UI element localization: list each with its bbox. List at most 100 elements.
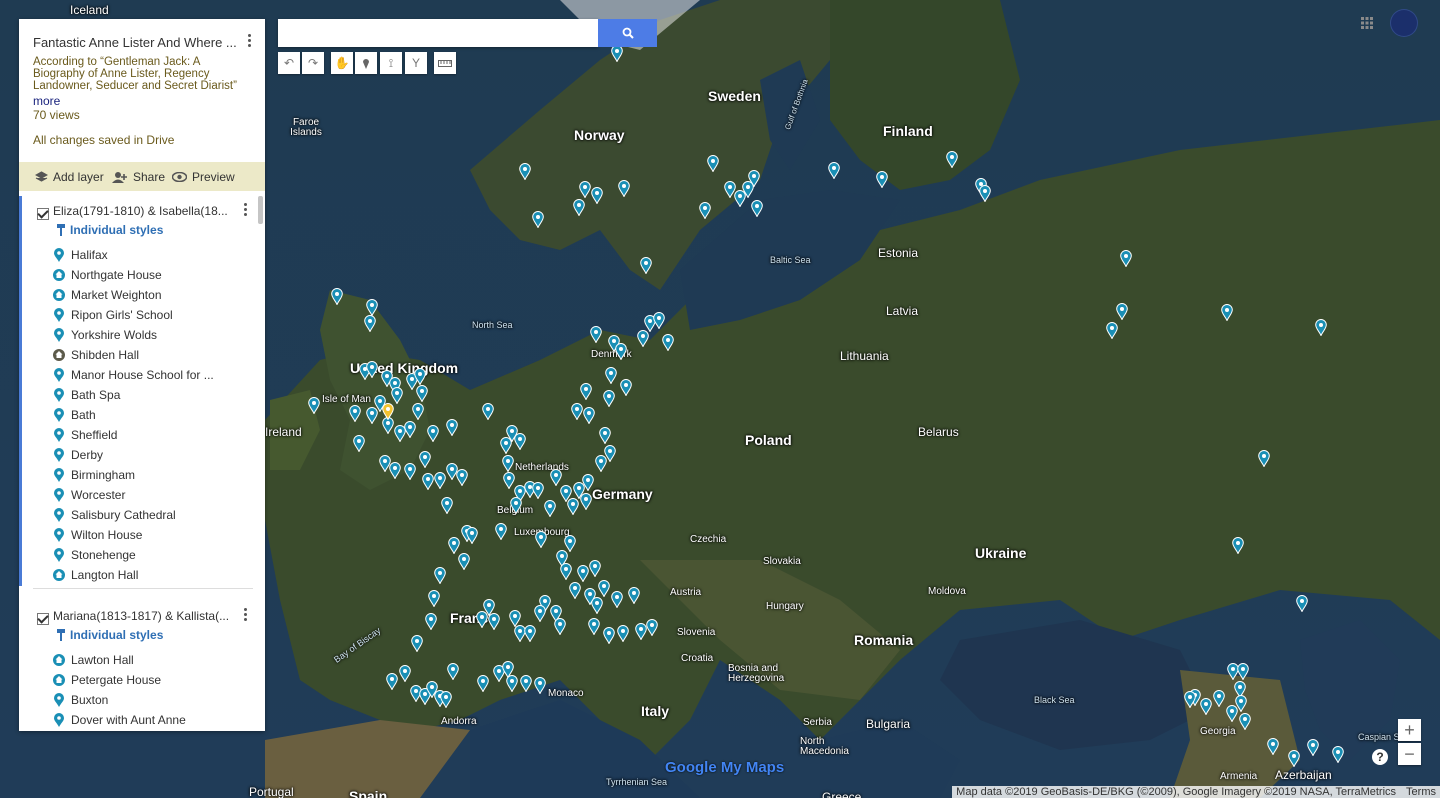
layer-item[interactable]: Bath Spa	[53, 388, 120, 402]
map-marker[interactable]	[1120, 250, 1132, 267]
layer-item[interactable]: Yorkshire Wolds	[53, 328, 157, 342]
map-marker[interactable]	[590, 326, 602, 343]
map-marker[interactable]	[1184, 691, 1196, 708]
map-marker[interactable]	[349, 405, 361, 422]
map-marker[interactable]	[364, 315, 376, 332]
zoom-out-button[interactable]: −	[1398, 743, 1421, 765]
layer-item[interactable]: Halifax	[53, 248, 108, 262]
layer-item[interactable]: Worcester	[53, 488, 125, 502]
map-marker[interactable]	[588, 618, 600, 635]
preview-button[interactable]: Preview	[172, 170, 235, 184]
map-marker[interactable]	[979, 185, 991, 202]
layer-options-icon[interactable]	[244, 203, 248, 217]
map-marker[interactable]	[422, 473, 434, 490]
map-marker[interactable]	[1221, 304, 1233, 321]
map-marker[interactable]	[662, 334, 674, 351]
map-marker[interactable]	[876, 171, 888, 188]
map-marker[interactable]	[416, 385, 428, 402]
map-marker[interactable]	[510, 497, 522, 514]
map-marker[interactable]	[589, 560, 601, 577]
map-marker[interactable]	[591, 187, 603, 204]
description-more-link[interactable]: more	[33, 94, 60, 108]
map-marker[interactable]	[751, 200, 763, 217]
map-marker[interactable]	[577, 565, 589, 582]
map-marker[interactable]	[595, 455, 607, 472]
layer-visibility-checkbox[interactable]	[37, 613, 49, 625]
map-marker[interactable]	[441, 497, 453, 514]
pan-tool-button[interactable]: ✋	[331, 52, 353, 74]
map-marker[interactable]	[637, 330, 649, 347]
map-marker[interactable]	[603, 627, 615, 644]
map-title[interactable]: Fantastic Anne Lister And Where ...	[33, 35, 243, 50]
map-marker[interactable]	[946, 151, 958, 168]
map-marker[interactable]	[583, 407, 595, 424]
map-marker[interactable]	[520, 675, 532, 692]
map-marker[interactable]	[653, 312, 665, 329]
map-marker[interactable]	[514, 433, 526, 450]
map-marker[interactable]	[1116, 303, 1128, 320]
map-marker[interactable]	[699, 202, 711, 219]
map-marker[interactable]	[1258, 450, 1270, 467]
map-marker[interactable]	[1296, 595, 1308, 612]
map-marker[interactable]	[519, 163, 531, 180]
map-marker[interactable]	[707, 155, 719, 172]
map-marker[interactable]	[1332, 746, 1344, 763]
map-marker[interactable]	[366, 407, 378, 424]
layer-options-icon[interactable]	[244, 608, 248, 622]
map-marker[interactable]	[571, 403, 583, 420]
map-marker[interactable]	[1307, 739, 1319, 756]
account-avatar[interactable]	[1391, 10, 1417, 36]
map-marker[interactable]	[620, 379, 632, 396]
zoom-in-button[interactable]: +	[1398, 719, 1421, 741]
layer-name[interactable]: Mariana(1813-1817) & Kallista(...	[53, 609, 229, 623]
map-marker[interactable]	[611, 591, 623, 608]
layer-item[interactable]: Wilton House	[53, 528, 142, 542]
map-marker[interactable]	[391, 387, 403, 404]
measure-button[interactable]	[434, 52, 456, 74]
map-marker[interactable]	[440, 691, 452, 708]
map-marker[interactable]	[1106, 322, 1118, 339]
layer-style-link[interactable]: Individual styles	[56, 223, 163, 237]
layer-item[interactable]: Dover with Aunt Anne	[53, 713, 186, 727]
layer-item[interactable]: Sheffield	[53, 428, 117, 442]
layer-item[interactable]: Stonehenge	[53, 548, 136, 562]
map-marker[interactable]	[411, 635, 423, 652]
map-marker[interactable]	[640, 257, 652, 274]
map-marker[interactable]	[598, 580, 610, 597]
layer-name[interactable]: Eliza(1791-1810) & Isabella(18...	[53, 204, 228, 218]
map-marker[interactable]	[434, 472, 446, 489]
map-marker-selected[interactable]	[382, 403, 394, 420]
title-more-options-icon[interactable]	[248, 34, 252, 48]
map-marker[interactable]	[618, 180, 630, 197]
map-marker[interactable]	[466, 527, 478, 544]
map-marker[interactable]	[495, 523, 507, 540]
map-marker[interactable]	[599, 427, 611, 444]
layer-item[interactable]: Manor House School for ...	[53, 368, 214, 382]
map-marker[interactable]	[524, 625, 536, 642]
search-button[interactable]	[598, 19, 657, 47]
search-box[interactable]	[278, 19, 598, 47]
map-marker[interactable]	[476, 611, 488, 628]
map-marker[interactable]	[534, 677, 546, 694]
map-marker[interactable]	[414, 368, 426, 385]
map-marker[interactable]	[434, 567, 446, 584]
help-button[interactable]: ?	[1372, 749, 1388, 765]
map-marker[interactable]	[412, 403, 424, 420]
map-marker[interactable]	[428, 590, 440, 607]
map-marker[interactable]	[580, 493, 592, 510]
map-marker[interactable]	[500, 437, 512, 454]
map-marker[interactable]	[1213, 690, 1225, 707]
map-marker[interactable]	[611, 45, 623, 62]
draw-line-button[interactable]: ⟟	[380, 52, 402, 74]
map-marker[interactable]	[502, 455, 514, 472]
layer-item[interactable]: Petergate House	[53, 673, 161, 687]
map-marker[interactable]	[579, 181, 591, 198]
map-marker[interactable]	[446, 419, 458, 436]
map-marker[interactable]	[506, 675, 518, 692]
map-marker[interactable]	[308, 397, 320, 414]
map-marker[interactable]	[1239, 713, 1251, 730]
map-marker[interactable]	[386, 673, 398, 690]
search-input[interactable]	[278, 19, 598, 47]
map-marker[interactable]	[366, 299, 378, 316]
layer-visibility-checkbox[interactable]	[37, 208, 49, 220]
